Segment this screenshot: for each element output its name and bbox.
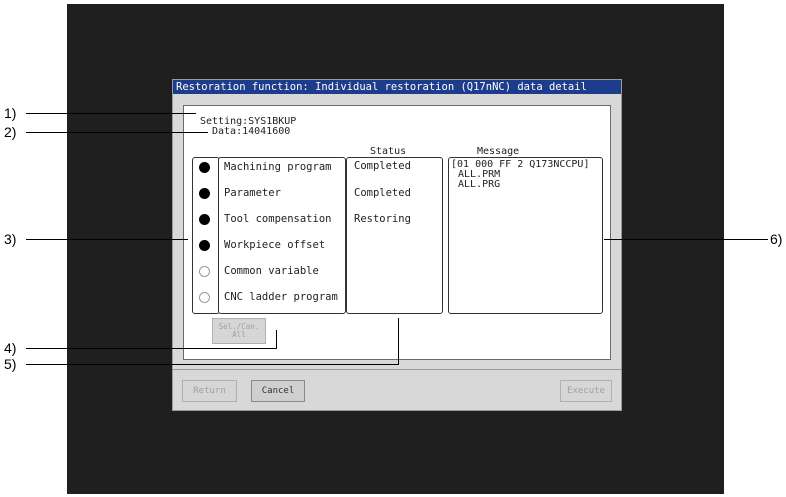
status-frame (346, 157, 443, 314)
item-label: Machining program (224, 161, 332, 173)
status-tool-compensation: Restoring (354, 213, 411, 225)
data-label: Data:14041600 (212, 126, 291, 137)
callout-1-line (26, 113, 196, 114)
status-parameter: Completed (354, 187, 411, 199)
dialog-title: Restoration function: Individual restora… (173, 80, 621, 94)
callout-5: 5) (4, 356, 17, 372)
select-cancel-all-label-line2: All (232, 330, 246, 339)
callout-1: 1) (4, 105, 17, 121)
item-label: Workpiece offset (224, 239, 326, 251)
message-line: ALL.PRG (458, 179, 501, 190)
item-row-parameter[interactable]: Parameter (199, 183, 281, 203)
item-label: Tool compensation (224, 213, 332, 225)
restoration-detail-dialog: Restoration function: Individual restora… (172, 79, 622, 411)
radio-selected-icon[interactable] (199, 213, 210, 225)
return-button[interactable]: Return (182, 380, 237, 402)
callout-5-line (26, 364, 398, 365)
content-panel: Setting:SYS1BKUP Data:14041600 Status Me… (183, 105, 611, 360)
item-row-machining-program[interactable]: Machining program (199, 157, 331, 177)
item-row-common-variable[interactable]: Common variable (199, 261, 319, 281)
item-row-workpiece-offset[interactable]: Workpiece offset (199, 235, 325, 255)
message-header: Message (477, 146, 520, 157)
callout-2-line (26, 132, 208, 133)
item-label: Common variable (224, 265, 319, 277)
execute-button[interactable]: Execute (560, 380, 612, 402)
callout-6: 6) (770, 231, 783, 247)
callout-6-line (604, 239, 768, 240)
callout-5-connector (398, 318, 399, 365)
cancel-button[interactable]: Cancel (251, 380, 305, 402)
radio-unselected-icon[interactable] (199, 291, 210, 303)
item-row-cnc-ladder-program[interactable]: CNC ladder program (199, 287, 338, 307)
status-machining-program: Completed (354, 160, 411, 172)
radio-selected-icon[interactable] (199, 187, 210, 199)
callout-4: 4) (4, 340, 17, 356)
footer-divider (173, 369, 621, 370)
callout-3: 3) (4, 231, 17, 247)
radio-selected-icon[interactable] (199, 161, 210, 173)
callout-4-connector (276, 330, 277, 349)
radio-unselected-icon[interactable] (199, 265, 210, 277)
item-row-tool-compensation[interactable]: Tool compensation (199, 209, 331, 229)
select-cancel-all-button[interactable]: Sel./Can. All (212, 318, 266, 344)
item-label: CNC ladder program (224, 291, 338, 303)
callout-3-line (26, 239, 188, 240)
callout-4-line (26, 348, 276, 349)
callout-2: 2) (4, 124, 17, 140)
item-label: Parameter (224, 187, 281, 199)
status-header: Status (370, 146, 407, 157)
radio-selected-icon[interactable] (199, 239, 210, 251)
